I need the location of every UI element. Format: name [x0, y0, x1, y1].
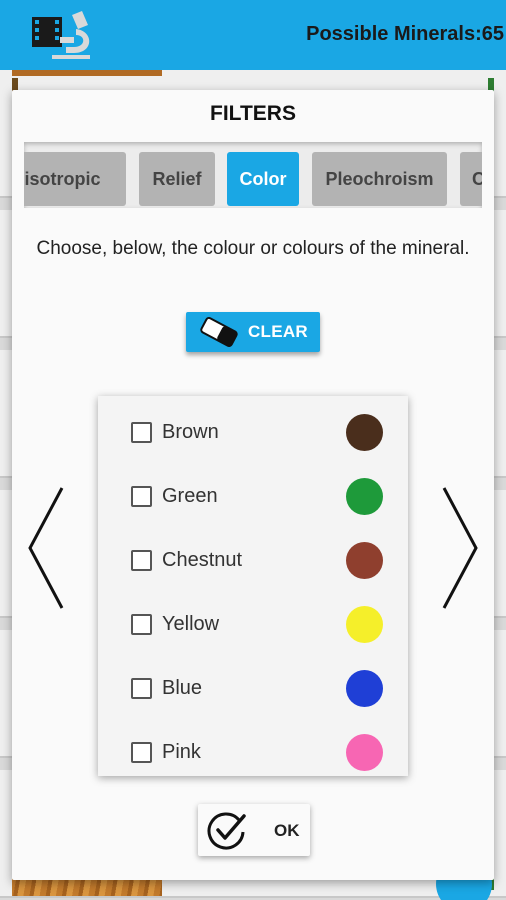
- eraser-icon: [200, 317, 238, 347]
- color-swatch: [346, 734, 383, 771]
- checkbox[interactable]: [131, 550, 152, 571]
- dialog-title: FILTERS: [210, 102, 296, 125]
- clear-label: CLEAR: [247, 322, 308, 341]
- checkbox[interactable]: [131, 486, 152, 507]
- color-label: Brown: [162, 421, 219, 443]
- color-option-pink[interactable]: Pink: [98, 720, 408, 784]
- color-option-yellow[interactable]: Yellow: [98, 592, 408, 656]
- color-swatch: [346, 670, 383, 707]
- microscope-film-logo-icon[interactable]: [30, 9, 100, 61]
- checkbox[interactable]: [131, 742, 152, 763]
- clear-button[interactable]: CLEAR: [186, 312, 320, 352]
- checkbox[interactable]: [131, 422, 152, 443]
- tab-color[interactable]: Color: [227, 152, 299, 206]
- filters-dialog: FILTERS nisotropic Relief Color Pleochro…: [12, 90, 494, 880]
- color-label: Chestnut: [162, 549, 243, 571]
- color-label: Pink: [162, 741, 201, 763]
- mineral-thumbnail: [12, 70, 162, 76]
- color-swatch: [346, 542, 383, 579]
- app-bar: Possible Minerals:65: [0, 0, 506, 70]
- tab-next[interactable]: C: [460, 152, 482, 206]
- instructions-text: Choose, below, the colour or colours of …: [36, 238, 470, 259]
- color-options-list: Brown Green Chestnut Yellow Blue Pink: [98, 396, 408, 776]
- color-swatch: [346, 606, 383, 643]
- ok-label: OK: [274, 821, 300, 840]
- color-label: Yellow: [162, 613, 220, 635]
- tab-pleochroism[interactable]: Pleochroism: [312, 152, 447, 206]
- next-arrow-icon[interactable]: [440, 486, 480, 610]
- filter-tabs[interactable]: nisotropic Relief Color Pleochroism C: [24, 142, 482, 208]
- color-option-brown[interactable]: Brown: [98, 400, 408, 464]
- checkbox[interactable]: [131, 678, 152, 699]
- color-label: Green: [162, 485, 218, 507]
- tab-anisotropic[interactable]: nisotropic: [24, 152, 126, 206]
- color-label: Blue: [162, 677, 203, 699]
- check-circle-icon: [207, 812, 246, 850]
- checkbox[interactable]: [131, 614, 152, 635]
- color-option-green[interactable]: Green: [98, 464, 408, 528]
- possible-minerals-count: Possible Minerals:65: [306, 23, 504, 45]
- color-option-blue[interactable]: Blue: [98, 656, 408, 720]
- previous-arrow-icon[interactable]: [26, 486, 66, 610]
- color-swatch: [346, 478, 383, 515]
- ok-button[interactable]: OK: [198, 804, 310, 856]
- tab-relief[interactable]: Relief: [139, 152, 215, 206]
- color-swatch: [346, 414, 383, 451]
- color-option-chestnut[interactable]: Chestnut: [98, 528, 408, 592]
